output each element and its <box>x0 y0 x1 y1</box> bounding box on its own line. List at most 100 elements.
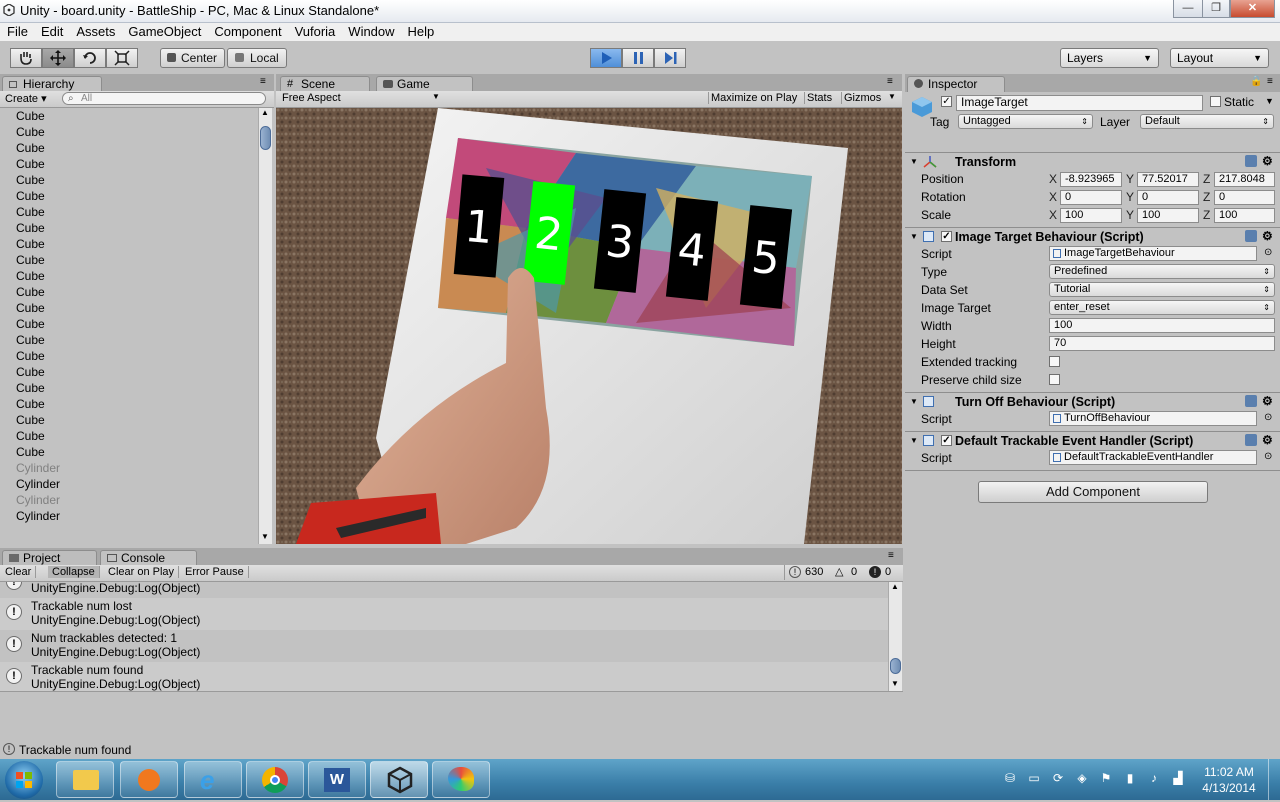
menu-edit[interactable]: Edit <box>34 23 69 39</box>
pause-button[interactable] <box>622 48 654 68</box>
tab-console[interactable]: Console <box>100 550 197 566</box>
position-y-field[interactable]: 77.52017 <box>1137 172 1199 187</box>
hierarchy-item[interactable]: Cube <box>0 316 258 332</box>
menu-file[interactable]: File <box>0 23 34 39</box>
menu-gameobject[interactable]: GameObject <box>121 23 207 39</box>
hierarchy-item[interactable]: Cube <box>0 364 258 380</box>
maximize-on-play-toggle[interactable]: Maximize on Play <box>708 92 797 104</box>
tag-dropdown[interactable]: Untagged ⇕ <box>958 114 1093 129</box>
hand-tool-button[interactable] <box>10 48 42 68</box>
turn-off-header[interactable]: ▼ Turn Off Behaviour (Script) ⚙ <box>907 394 1278 410</box>
height-field[interactable]: 70 <box>1049 336 1275 351</box>
image-target-header[interactable]: ▼ ✓ Image Target Behaviour (Script) ⚙ <box>907 229 1278 245</box>
start-button[interactable] <box>5 761 43 799</box>
minimize-button[interactable]: — <box>1173 0 1203 18</box>
taskbar-chrome[interactable] <box>246 761 304 798</box>
hierarchy-item[interactable]: Cube <box>0 124 258 140</box>
scrollbar-thumb[interactable] <box>260 126 271 150</box>
menu-window[interactable]: Window <box>341 23 400 39</box>
trackable-handler-header[interactable]: ▼ ✓ Default Trackable Event Handler (Scr… <box>907 433 1278 449</box>
gizmos-toggle[interactable]: Gizmos <box>841 92 881 104</box>
taskbar-word[interactable]: W <box>308 761 366 798</box>
help-book-icon[interactable] <box>1245 434 1257 446</box>
gear-icon[interactable]: ⚙ <box>1262 228 1273 244</box>
space-local-toggle[interactable]: Local <box>227 48 287 68</box>
transform-header[interactable]: ▼ Transform ⚙ <box>907 154 1278 170</box>
menu-help[interactable]: Help <box>401 23 441 39</box>
error-pause-toggle[interactable]: Error Pause <box>181 566 249 578</box>
scroll-up-icon[interactable]: ▲ <box>891 582 899 591</box>
trackable-script-field[interactable]: DefaultTrackableEventHandler <box>1049 450 1257 465</box>
hierarchy-item[interactable]: Cube <box>0 108 258 124</box>
taskbar-internet-explorer[interactable]: e <box>184 761 242 798</box>
pivot-center-toggle[interactable]: Center <box>160 48 225 68</box>
warning-icon[interactable]: △ <box>835 565 843 578</box>
scale-y-field[interactable]: 100 <box>1137 208 1199 223</box>
tab-scene[interactable]: # Scene <box>280 76 370 92</box>
hierarchy-item[interactable]: Cube <box>0 444 258 460</box>
preserve-child-checkbox[interactable] <box>1049 374 1060 385</box>
static-dropdown-icon[interactable]: ▼ <box>1265 96 1274 106</box>
error-icon[interactable]: ! <box>869 566 881 578</box>
hierarchy-item[interactable]: Cube <box>0 412 258 428</box>
object-picker-icon[interactable]: ⊙ <box>1264 451 1272 462</box>
scroll-down-icon[interactable]: ▼ <box>261 532 269 541</box>
tray-volume-icon[interactable]: ♪ <box>1147 771 1161 785</box>
log-entry[interactable]: ! Trackable num lost UnityEngine.Debug:L… <box>0 598 888 630</box>
scroll-up-icon[interactable]: ▲ <box>261 108 269 117</box>
image-target-dropdown[interactable]: enter_reset ⇕ <box>1049 300 1275 315</box>
hierarchy-item[interactable]: Cube <box>0 172 258 188</box>
rotation-z-field[interactable]: 0 <box>1214 190 1275 205</box>
hierarchy-item[interactable]: Cube <box>0 396 258 412</box>
log-entry[interactable]: ! Num trackables detected: 1 UnityEngine… <box>0 630 888 662</box>
hierarchy-item[interactable]: Cube <box>0 348 258 364</box>
hierarchy-item[interactable]: Cylinder <box>0 476 258 492</box>
taskbar-paint[interactable] <box>432 761 490 798</box>
hierarchy-scrollbar[interactable]: ▲ ▼ <box>258 108 272 544</box>
hierarchy-item[interactable]: Cylinder <box>0 460 258 476</box>
console-scrollbar[interactable]: ▲ ▼ <box>888 582 902 691</box>
tab-hierarchy[interactable]: Hierarchy <box>2 76 102 92</box>
gear-icon[interactable]: ⚙ <box>1262 393 1273 409</box>
foldout-arrow-icon[interactable]: ▼ <box>910 394 918 410</box>
log-entry[interactable]: ! UnityEngine.Debug:Log(Object) <box>0 582 888 598</box>
hierarchy-item[interactable]: Cube <box>0 332 258 348</box>
hierarchy-item[interactable]: Cylinder <box>0 508 258 524</box>
help-book-icon[interactable] <box>1245 395 1257 407</box>
taskbar-unity[interactable] <box>370 761 428 798</box>
help-book-icon[interactable] <box>1245 155 1257 167</box>
close-button[interactable]: ✕ <box>1230 0 1275 18</box>
stats-toggle[interactable]: Stats <box>804 92 832 104</box>
hierarchy-item[interactable]: Cube <box>0 220 258 236</box>
gear-icon[interactable]: ⚙ <box>1262 432 1273 448</box>
menu-component[interactable]: Component <box>207 23 287 39</box>
hierarchy-item[interactable]: Cube <box>0 380 258 396</box>
scale-tool-button[interactable] <box>106 48 138 68</box>
create-dropdown[interactable]: Create ▾ <box>5 92 47 105</box>
add-component-button[interactable]: Add Component <box>978 481 1208 503</box>
type-dropdown[interactable]: Predefined ⇕ <box>1049 264 1275 279</box>
tab-game[interactable]: Game <box>376 76 473 92</box>
lock-icon[interactable]: 🔒 <box>1250 76 1262 87</box>
turn-off-script-field[interactable]: TurnOffBehaviour <box>1049 411 1257 426</box>
layer-dropdown[interactable]: Default ⇕ <box>1140 114 1274 129</box>
move-tool-button[interactable] <box>42 48 74 68</box>
gear-icon[interactable]: ⚙ <box>1262 153 1273 169</box>
object-picker-icon[interactable]: ⊙ <box>1264 247 1272 258</box>
game-view[interactable]: 12345 <box>276 108 902 544</box>
scale-x-field[interactable]: 100 <box>1060 208 1122 223</box>
foldout-arrow-icon[interactable]: ▼ <box>910 433 918 449</box>
hierarchy-item[interactable]: Cube <box>0 284 258 300</box>
aspect-dropdown[interactable]: Free Aspect ▼ <box>282 92 442 104</box>
script-field[interactable]: ImageTargetBehaviour <box>1049 246 1257 261</box>
active-checkbox[interactable]: ✓ <box>941 96 952 107</box>
dataset-dropdown[interactable]: Tutorial ⇕ <box>1049 282 1275 297</box>
rotation-y-field[interactable]: 0 <box>1137 190 1199 205</box>
hierarchy-search-input[interactable]: ⌕ All <box>62 92 266 105</box>
panel-menu-icon[interactable]: ≡ <box>260 76 266 87</box>
extended-tracking-checkbox[interactable] <box>1049 356 1060 367</box>
log-info-icon[interactable]: ! <box>789 566 801 578</box>
hierarchy-item[interactable]: Cube <box>0 300 258 316</box>
layers-dropdown[interactable]: Layers ▼ <box>1060 48 1159 68</box>
foldout-arrow-icon[interactable]: ▼ <box>910 154 918 170</box>
